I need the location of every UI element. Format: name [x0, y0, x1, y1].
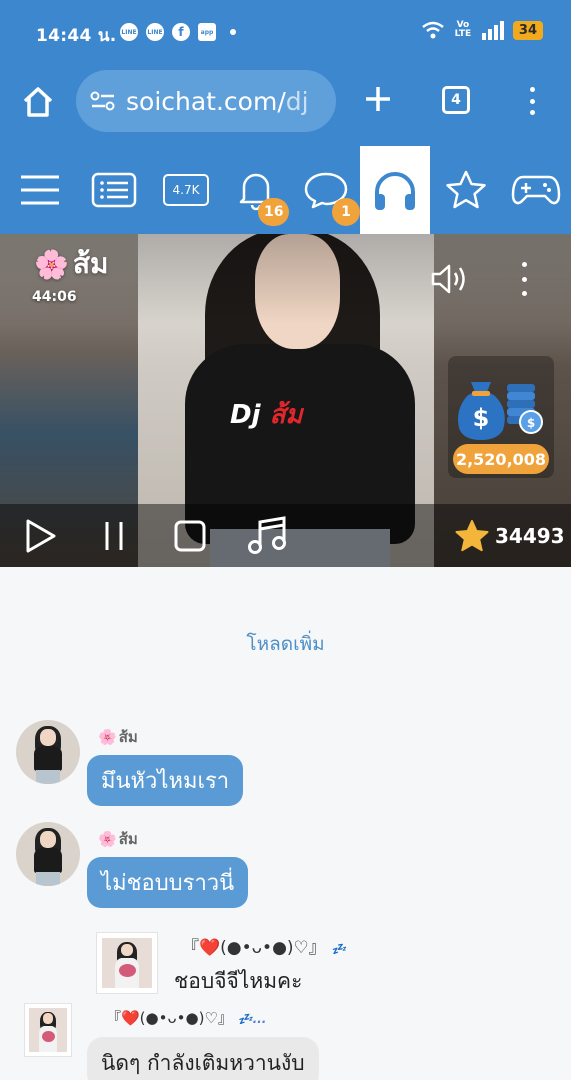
coins-count: 2,520,008	[453, 444, 549, 474]
status-right: Vo LTE 34	[421, 20, 543, 40]
pause-icon[interactable]	[96, 518, 132, 554]
app-root: 14:44 น. LINE LINE f app Vo LTE 34 soich…	[0, 0, 571, 1080]
gamepad-icon	[511, 175, 561, 205]
star-icon	[446, 170, 486, 209]
player-controls: 34493	[0, 504, 571, 567]
chat-area: โหลดเพิ่ม 🌸 ส้ม มึนหัวไหมเรา 🌸 ส้ม ไม่ชอบบ…	[0, 567, 571, 1080]
volte-label: Vo LTE	[454, 20, 472, 39]
message-sender: 『❤️(●•ᴗ•●)♡』 💤	[182, 933, 346, 958]
avatar[interactable]	[16, 720, 80, 784]
sleeping-icon: 💤...	[237, 1012, 267, 1026]
games-button[interactable]	[508, 146, 564, 234]
message-text: ชอบจีจีไหมคะ	[174, 969, 303, 993]
signal-icon	[481, 21, 504, 40]
dj-name-text: ส้ม	[72, 247, 109, 280]
flower-icon: 🌸	[34, 247, 69, 281]
message-sender: 🌸 ส้ม	[98, 725, 138, 749]
sleeping-icon: 💤	[331, 942, 347, 956]
avatar[interactable]	[16, 822, 80, 886]
stars-counter[interactable]: 34493	[455, 520, 565, 552]
avatar[interactable]	[96, 932, 158, 994]
shirt-logo-thai: ส้ม	[269, 400, 303, 430]
svg-text:$: $	[527, 416, 535, 430]
status-bar: 14:44 น. LINE LINE f app Vo LTE 34	[0, 0, 571, 66]
message-sender: 『❤️(●•ᴗ•●)♡』 💤...	[106, 1007, 266, 1028]
stop-icon[interactable]	[172, 518, 208, 554]
message-bubble: นิดๆ กำลังเติมหวานงับ	[87, 1037, 319, 1080]
money-bag-icon: $ $	[458, 382, 543, 440]
shirt-logo: Dj ส้ม	[230, 394, 303, 435]
site-settings-icon[interactable]	[90, 90, 116, 112]
status-app-icons: LINE LINE f app	[120, 23, 236, 41]
messages-badge: 1	[332, 198, 360, 226]
sender-name: ส้ม	[118, 830, 138, 848]
music-note-icon[interactable]	[246, 514, 288, 556]
facebook-icon: f	[172, 23, 190, 41]
wifi-icon	[422, 21, 444, 39]
svg-text:$: $	[473, 404, 490, 432]
url-bar[interactable]: soichat.com/dj	[76, 70, 336, 132]
tab-switcher-button[interactable]: 4	[442, 86, 470, 114]
dj-name: 🌸 ส้ม	[34, 242, 108, 286]
browser-toolbar: soichat.com/dj 4	[0, 66, 571, 146]
new-tab-icon[interactable]	[364, 85, 392, 113]
play-icon[interactable]	[22, 518, 58, 554]
line-icon: LINE	[146, 23, 164, 41]
stream-duration: 44:06	[32, 289, 77, 305]
live-video[interactable]: Dj ส้ม 🌸 ส้ม 44:06 $ $ 2,520,008 34493	[0, 234, 571, 567]
headphones-icon	[375, 172, 415, 210]
site-nav: 4.7K 16 1	[0, 146, 571, 234]
message-bubble: ไม่ชอบบราวนี่	[87, 857, 249, 908]
battery-level: 34	[512, 20, 543, 40]
url-path: dj	[285, 86, 309, 116]
flower-icon: 🌸	[98, 728, 117, 746]
menu-button[interactable]	[12, 146, 68, 234]
load-more-link[interactable]: โหลดเพิ่ม	[0, 629, 571, 659]
sender-name: 『❤️(●•ᴗ•●)♡』	[182, 938, 326, 958]
notifications-badge: 16	[258, 198, 290, 226]
volume-icon[interactable]	[430, 262, 470, 296]
listeners-button[interactable]: 4.7K	[158, 146, 214, 234]
flower-icon: 🌸	[98, 830, 117, 848]
status-time: 14:44 น.	[36, 26, 117, 46]
message-sender: 🌸 ส้ม	[98, 827, 138, 851]
avatar[interactable]	[24, 1003, 72, 1057]
gold-star-icon	[455, 520, 489, 552]
sender-name: ส้ม	[118, 728, 138, 746]
listeners-count: 4.7K	[163, 174, 209, 206]
playlist-button[interactable]	[86, 146, 142, 234]
url-text: soichat.com/dj	[126, 87, 309, 116]
sender-name: 『❤️(●•ᴗ•●)♡』	[106, 1009, 233, 1027]
line-icon: LINE	[120, 23, 138, 41]
list-icon	[91, 172, 137, 208]
notifications-button[interactable]: 16	[228, 146, 290, 234]
app-notification-icon: app	[198, 23, 216, 41]
home-icon[interactable]	[20, 84, 56, 120]
url-domain: soichat.com/	[126, 86, 286, 116]
notification-dot-icon	[230, 29, 236, 35]
stars-count: 34493	[495, 524, 565, 548]
browser-menu-icon[interactable]	[522, 84, 542, 118]
message-bubble: มึนหัวไหมเรา	[87, 755, 244, 806]
video-menu-icon[interactable]	[517, 262, 531, 296]
hamburger-icon	[21, 175, 59, 205]
shirt-logo-latin: Dj	[230, 400, 261, 430]
messages-button[interactable]: 1	[298, 146, 360, 234]
listen-tab[interactable]	[360, 146, 430, 234]
favorites-button[interactable]	[440, 146, 492, 234]
